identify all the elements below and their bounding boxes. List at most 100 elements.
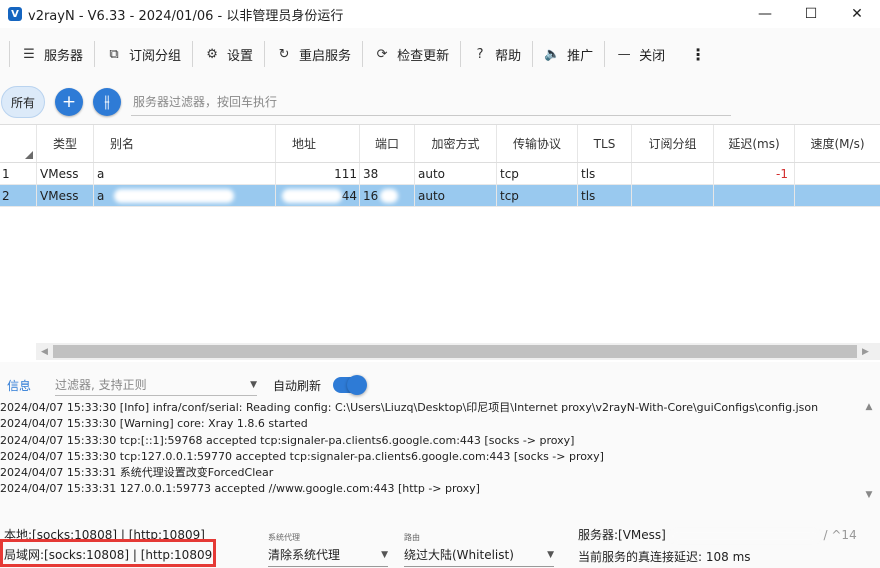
current-delay-text: 当前服务的真连接延迟: 108 ms [578,550,751,564]
column-header-transport[interactable]: 传输协议 [497,125,578,162]
log-info-tab[interactable]: 信息 [7,377,31,394]
redacted-mask [669,529,820,542]
column-header-type[interactable]: 类型 [37,125,94,162]
server-icon: ☰ [23,46,35,62]
toggle-knob [347,375,368,395]
check-update-button[interactable]: ⟳ 检查更新 [363,34,460,74]
speaker-icon: 🔈 [544,46,561,62]
close-app-button[interactable]: — 关闭 [605,34,676,74]
restart-icon: ↻ [278,46,290,62]
table-header: 类型 别名 地址 端口 加密方式 传输协议 TLS 订阅分组 延迟(ms) 速度… [0,125,880,163]
row-encryption: auto [415,163,497,184]
row-port-cell: 16 [360,185,415,206]
highlight-annotation [0,539,216,567]
column-header-address[interactable]: 地址 [276,125,360,162]
row-subscription [632,185,714,206]
row-tls: tls [578,163,632,184]
minimize-button[interactable]: — [742,0,788,28]
log-line: 2024/04/07 15:33:30 tcp:127.0.0.1:59770 … [0,449,604,463]
subscription-group-label: 订阅分组 [129,48,182,64]
column-header-subscription[interactable]: 订阅分组 [632,125,714,162]
log-line: 2024/04/07 15:33:30 [Info] infra/conf/se… [0,401,819,414]
row-speed [795,185,880,206]
row-transport: tcp [497,163,578,184]
column-header-delay[interactable]: 延迟(ms) [714,125,795,162]
minus-icon: — [617,46,631,62]
row-delay [714,185,795,206]
log-line: 2024/04/07 15:33:31 127.0.0.1:59773 acce… [0,482,480,496]
log-line: 2024/04/07 15:33:30 [Warning] core: Xray… [0,417,308,431]
column-header-alias[interactable]: 别名 [94,125,276,162]
table-horizontal-scrollbar[interactable]: ◀ ▶ [36,343,880,360]
row-subscription [632,163,714,184]
settings-button[interactable]: ⚙ 设置 [193,34,264,74]
subscription-icon: ⧉ [109,46,119,62]
redacted-mask [118,166,229,181]
routing-select[interactable]: 路由 绕过大陆(Whitelist) ▼ [404,532,554,568]
row-number: 1 [0,163,37,184]
log-line: 2024/04/07 15:33:31 系统代理设置改变ForcedClear [0,466,274,480]
log-output[interactable]: 2024/04/07 15:33:30 [Info] infra/conf/se… [0,400,880,518]
help-icon: ? [476,46,484,62]
chevron-down-icon[interactable]: ▼ [250,380,257,390]
column-header-port[interactable]: 端口 [360,125,415,162]
log-vertical-scrollbar[interactable]: ▲ ▼ [862,400,876,518]
server-filter-input[interactable] [131,88,731,116]
maximize-button[interactable]: ☐ [788,0,834,28]
close-window-button[interactable]: ✕ [834,0,880,28]
scroll-down-icon[interactable]: ▼ [862,490,876,500]
promotion-button[interactable]: 🔈 推广 [533,34,604,74]
system-proxy-value-row[interactable]: 清除系统代理 ▼ [268,546,388,567]
help-label: 帮助 [495,48,522,64]
table-row[interactable]: 1 VMess a 111 38 auto tcp tls -1 [0,163,880,185]
chevron-down-icon: ▼ [381,549,388,560]
row-transport: tcp [497,185,578,206]
subscription-group-button[interactable]: ⧉ 订阅分组 [95,34,192,74]
scroll-left-icon[interactable]: ◀ [36,347,53,357]
scroll-right-icon[interactable]: ▶ [857,347,874,357]
window-controls: — ☐ ✕ [742,0,880,28]
row-address-tail: 44 [341,188,357,203]
log-filter-input[interactable] [55,377,236,392]
column-header-encryption[interactable]: 加密方式 [415,125,497,162]
column-header-select-all[interactable] [0,125,37,162]
close-app-label: 关闭 [639,48,666,64]
group-all-chip[interactable]: 所有 [1,86,45,118]
row-port: 16 [363,188,379,203]
corner-triangle-icon [25,151,33,159]
log-header: 信息 ▼ 自动刷新 [0,372,880,398]
gear-icon: ⚙ [206,46,218,62]
table-row-selected[interactable]: 2 VMess a 44 16 auto tcp tls [0,185,880,207]
system-proxy-caption: 系统代理 [268,533,300,542]
redacted-mask [114,188,235,203]
settings-label: 设置 [227,48,254,64]
system-proxy-select[interactable]: 系统代理 清除系统代理 ▼ [268,532,388,568]
restart-service-label: 重启服务 [299,48,352,64]
row-address-tail: 111 [334,166,357,181]
server-filter-row: 所有 + ⫲ [0,84,880,120]
scrollbar-thumb[interactable] [53,345,857,358]
current-server-text: 服务器:[VMess] / ^14 [578,526,857,543]
servers-button[interactable]: ☰ 服务器 [10,34,94,74]
routing-value-row[interactable]: 绕过大陆(Whitelist) ▼ [404,546,554,567]
split-view-button[interactable]: ⫲ [93,88,121,116]
scroll-up-icon[interactable]: ▲ [862,402,876,412]
routing-value: 绕过大陆(Whitelist) [404,548,514,562]
help-button[interactable]: ? 帮助 [461,34,532,74]
add-server-button[interactable]: + [55,88,83,116]
log-filter-combo[interactable]: ▼ [55,374,258,396]
row-tls: tls [578,185,632,206]
row-port: 38 [360,163,415,184]
column-header-speed[interactable]: 速度(M/s) [795,125,880,162]
redacted-mask [279,166,335,181]
row-type: VMess [37,163,94,184]
column-header-tls[interactable]: TLS [578,125,632,162]
auto-refresh-label: 自动刷新 [273,378,322,393]
redacted-mask [380,188,399,203]
restart-service-button[interactable]: ↻ 重启服务 [265,34,362,74]
more-options-icon[interactable]: ⋮ [676,34,720,74]
row-address-cell: 44 [276,185,360,206]
auto-refresh-toggle[interactable] [333,375,368,395]
row-alias-cell: a [94,163,276,184]
chevron-down-icon: ▼ [547,549,554,560]
